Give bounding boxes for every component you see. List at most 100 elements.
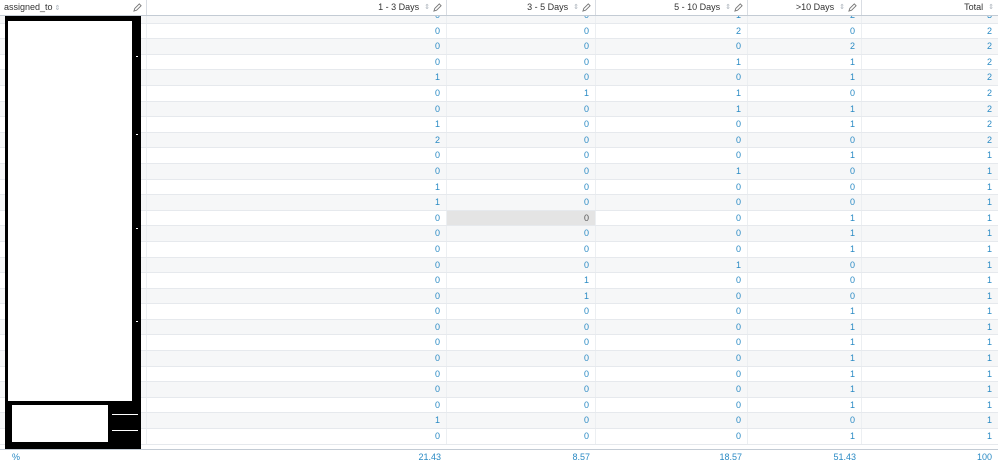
table-row[interactable]: 10001 bbox=[0, 413, 998, 430]
count-cell[interactable]: 1 bbox=[748, 101, 862, 117]
count-cell[interactable]: 1 bbox=[447, 85, 596, 101]
count-cell[interactable]: 0 bbox=[596, 39, 748, 54]
count-cell[interactable]: 0 bbox=[147, 54, 447, 70]
footer-value[interactable]: 18.57 bbox=[596, 450, 748, 465]
count-cell[interactable]: 1 bbox=[147, 413, 447, 429]
count-cell[interactable]: 0 bbox=[447, 101, 596, 117]
table-row[interactable]: 01102 bbox=[0, 85, 998, 102]
count-cell[interactable]: 0 bbox=[147, 163, 447, 179]
count-cell[interactable]: 1 bbox=[748, 241, 862, 257]
count-cell[interactable]: 0 bbox=[748, 163, 862, 179]
count-cell[interactable]: 1 bbox=[862, 335, 998, 350]
count-cell[interactable]: 0 bbox=[748, 413, 862, 429]
count-cell[interactable]: 0 bbox=[147, 304, 447, 319]
sort-arrows-icon[interactable]: ⇕ bbox=[988, 0, 994, 15]
count-cell[interactable]: 2 bbox=[748, 16, 862, 23]
count-cell[interactable]: 0 bbox=[447, 429, 596, 444]
table-row[interactable]: 10001 bbox=[0, 195, 998, 211]
table-row[interactable]: 00011 bbox=[0, 210, 998, 227]
count-cell[interactable]: 0 bbox=[447, 413, 596, 429]
count-cell[interactable]: 0 bbox=[447, 163, 596, 179]
count-cell[interactable]: 0 bbox=[447, 148, 596, 163]
count-cell[interactable]: 0 bbox=[596, 288, 748, 304]
count-cell[interactable]: 0 bbox=[596, 195, 748, 210]
count-cell[interactable]: 0 bbox=[596, 226, 748, 241]
count-cell[interactable]: 1 bbox=[596, 163, 748, 179]
count-cell[interactable]: 1 bbox=[596, 101, 748, 117]
column-header-gt-10-days[interactable]: >10 Days ⇕ bbox=[748, 0, 862, 15]
count-cell[interactable]: 0 bbox=[596, 413, 748, 429]
count-cell[interactable]: 0 bbox=[147, 101, 447, 117]
count-cell[interactable]: 2 bbox=[862, 55, 998, 70]
table-row[interactable]: 00101 bbox=[0, 257, 998, 274]
table-row[interactable]: 00202 bbox=[0, 23, 998, 40]
count-cell[interactable]: 0 bbox=[596, 351, 748, 366]
count-cell[interactable]: 1 bbox=[748, 382, 862, 397]
count-cell[interactable]: 1 bbox=[862, 258, 998, 273]
count-cell[interactable]: 1 bbox=[748, 117, 862, 132]
count-cell[interactable]: 0 bbox=[447, 39, 596, 54]
count-cell[interactable]: 1 bbox=[748, 366, 862, 382]
table-row[interactable]: 01001 bbox=[0, 288, 998, 305]
count-cell[interactable]: 2 bbox=[862, 24, 998, 39]
count-cell[interactable]: 0 bbox=[147, 273, 447, 288]
count-cell[interactable]: 1 bbox=[862, 429, 998, 444]
count-cell[interactable]: 0 bbox=[447, 195, 596, 210]
sort-arrows-icon[interactable]: ⇕ bbox=[55, 5, 61, 12]
pencil-icon[interactable] bbox=[848, 3, 857, 12]
count-cell[interactable]: 0 bbox=[447, 226, 596, 241]
count-cell[interactable]: 3 bbox=[862, 16, 998, 23]
count-cell[interactable]: 0 bbox=[147, 39, 447, 54]
count-cell[interactable]: 0 bbox=[147, 210, 447, 226]
count-cell[interactable]: 1 bbox=[862, 273, 998, 288]
table-row[interactable]: 00011 bbox=[0, 397, 998, 414]
count-cell[interactable]: 1 bbox=[447, 288, 596, 304]
count-cell[interactable]: 0 bbox=[447, 179, 596, 195]
count-cell[interactable]: 1 bbox=[862, 211, 998, 226]
table-row[interactable]: 10012 bbox=[0, 117, 998, 133]
count-cell[interactable]: 1 bbox=[862, 164, 998, 179]
count-cell[interactable]: 0 bbox=[447, 257, 596, 273]
count-cell[interactable]: 1 bbox=[862, 195, 998, 210]
table-row[interactable]: 00123 bbox=[0, 16, 998, 24]
sort-arrows-icon[interactable]: ⇕ bbox=[725, 0, 731, 15]
count-cell[interactable]: 0 bbox=[147, 335, 447, 351]
count-cell[interactable]: 1 bbox=[748, 304, 862, 319]
count-cell[interactable]: 0 bbox=[147, 257, 447, 273]
count-cell[interactable]: 0 bbox=[748, 195, 862, 210]
pencil-icon[interactable] bbox=[734, 3, 743, 12]
table-row[interactable]: 00011 bbox=[0, 304, 998, 320]
footer-value[interactable]: 8.57 bbox=[447, 450, 596, 465]
count-cell[interactable]: 0 bbox=[447, 54, 596, 70]
count-cell[interactable]: 0 bbox=[447, 351, 596, 366]
count-cell[interactable]: 0 bbox=[147, 366, 447, 382]
table-row[interactable]: 00022 bbox=[0, 39, 998, 55]
count-cell[interactable]: 0 bbox=[748, 273, 862, 288]
count-cell[interactable]: 0 bbox=[596, 382, 748, 397]
count-cell[interactable]: 0 bbox=[447, 16, 596, 23]
count-cell[interactable]: 1 bbox=[748, 226, 862, 241]
count-cell[interactable]: 0 bbox=[447, 241, 596, 257]
count-cell[interactable]: 2 bbox=[748, 39, 862, 54]
count-cell[interactable]: 1 bbox=[862, 242, 998, 257]
count-cell[interactable]: 0 bbox=[748, 288, 862, 304]
count-cell[interactable]: 0 bbox=[447, 304, 596, 319]
table-row[interactable]: 10012 bbox=[0, 70, 998, 86]
table-row[interactable]: 01001 bbox=[0, 273, 998, 289]
count-cell[interactable]: 2 bbox=[862, 39, 998, 54]
count-cell[interactable]: 2 bbox=[862, 86, 998, 101]
count-cell[interactable]: 1 bbox=[748, 210, 862, 226]
count-cell[interactable]: 0 bbox=[447, 132, 596, 148]
count-cell[interactable]: 1 bbox=[147, 179, 447, 195]
count-cell[interactable]: 0 bbox=[147, 397, 447, 413]
count-cell[interactable]: 0 bbox=[447, 23, 596, 39]
count-cell[interactable]: 0 bbox=[447, 210, 596, 226]
column-header-total[interactable]: Total ⇕ bbox=[862, 0, 998, 15]
count-cell[interactable]: 0 bbox=[596, 273, 748, 288]
count-cell[interactable]: 2 bbox=[862, 102, 998, 117]
count-cell[interactable]: 0 bbox=[447, 366, 596, 382]
table-row[interactable]: 00011 bbox=[0, 335, 998, 352]
table-row[interactable]: 00011 bbox=[0, 226, 998, 242]
count-cell[interactable]: 0 bbox=[596, 319, 748, 335]
table-row[interactable]: 00112 bbox=[0, 101, 998, 118]
